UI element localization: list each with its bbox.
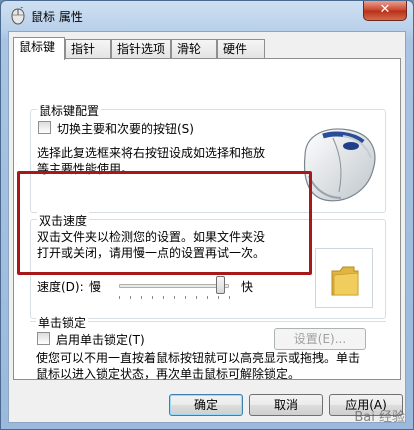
switch-buttons-description-line1: 选择此复选框来将右按钮设成如选择和拖放 xyxy=(37,146,266,160)
slider-tick xyxy=(152,296,153,299)
tab-buttons[interactable]: 鼠标键 xyxy=(13,37,65,60)
folder-icon xyxy=(331,266,359,296)
close-icon: ✕ xyxy=(379,2,391,17)
click-lock-settings-button[interactable]: 设置(E)... xyxy=(274,328,366,350)
annotation-highlight-box xyxy=(17,171,312,275)
slider-tick xyxy=(174,296,175,299)
slow-label: 慢 xyxy=(89,280,102,294)
cancel-button[interactable]: 取消 xyxy=(249,394,323,416)
slider-tick xyxy=(218,296,219,299)
click-lock-description-line1: 使您可以不用一直按着鼠标按钮就可以高亮显示或拖拽。单击 xyxy=(36,351,361,365)
button-config-group-label: 鼠标键配置 xyxy=(37,102,102,119)
speed-label: 速度(D): xyxy=(37,280,84,294)
slider-tick xyxy=(141,296,142,299)
mouse-icon xyxy=(11,7,25,25)
slider-tick xyxy=(119,296,120,299)
speed-slider-track[interactable] xyxy=(119,284,229,288)
tab-hardware[interactable]: 硬件 xyxy=(217,39,265,59)
switch-buttons-label: 切换主要和次要的按钮(S) xyxy=(57,122,194,136)
close-button[interactable]: ✕ xyxy=(363,1,407,21)
tab-label: 鼠标键 xyxy=(19,40,56,54)
speed-slider-thumb[interactable] xyxy=(216,276,226,294)
slider-tick xyxy=(229,296,230,299)
ok-button[interactable]: 确定 xyxy=(169,394,243,416)
window-title: 鼠标 属性 xyxy=(31,10,83,24)
slider-tick xyxy=(196,296,197,299)
switch-buttons-checkbox[interactable] xyxy=(38,121,51,134)
slider-tick xyxy=(163,296,164,299)
click-lock-label: 启用单击锁定(T) xyxy=(56,333,145,347)
fast-label: 快 xyxy=(241,280,254,294)
tab-label: 滑轮 xyxy=(177,42,202,56)
watermark: Bai 经验 xyxy=(354,410,405,425)
mouse-properties-window: 鼠标 属性 ✕ 鼠标键 指针 指针选项 滑轮 硬件 鼠标键配置 切换主要和次要的… xyxy=(0,0,414,430)
test-area[interactable] xyxy=(315,248,373,308)
slider-tick xyxy=(130,296,131,299)
tab-pointer-options[interactable]: 指针选项 xyxy=(111,39,171,59)
tab-label: 指针 xyxy=(71,42,96,56)
tab-label: 指针选项 xyxy=(117,42,166,56)
slider-tick xyxy=(207,296,208,299)
click-lock-description-line2: 鼠标以进入锁定状态，再次单击鼠标可解除锁定。 xyxy=(36,367,301,381)
click-lock-checkbox[interactable] xyxy=(37,332,50,345)
title-bar: 鼠标 属性 ✕ xyxy=(1,1,413,31)
slider-tick xyxy=(185,296,186,299)
tab-pointers[interactable]: 指针 xyxy=(65,39,111,59)
tab-label: 硬件 xyxy=(223,42,248,56)
click-lock-group-label: 单击锁定 xyxy=(36,314,89,331)
tab-wheel[interactable]: 滑轮 xyxy=(171,39,217,59)
